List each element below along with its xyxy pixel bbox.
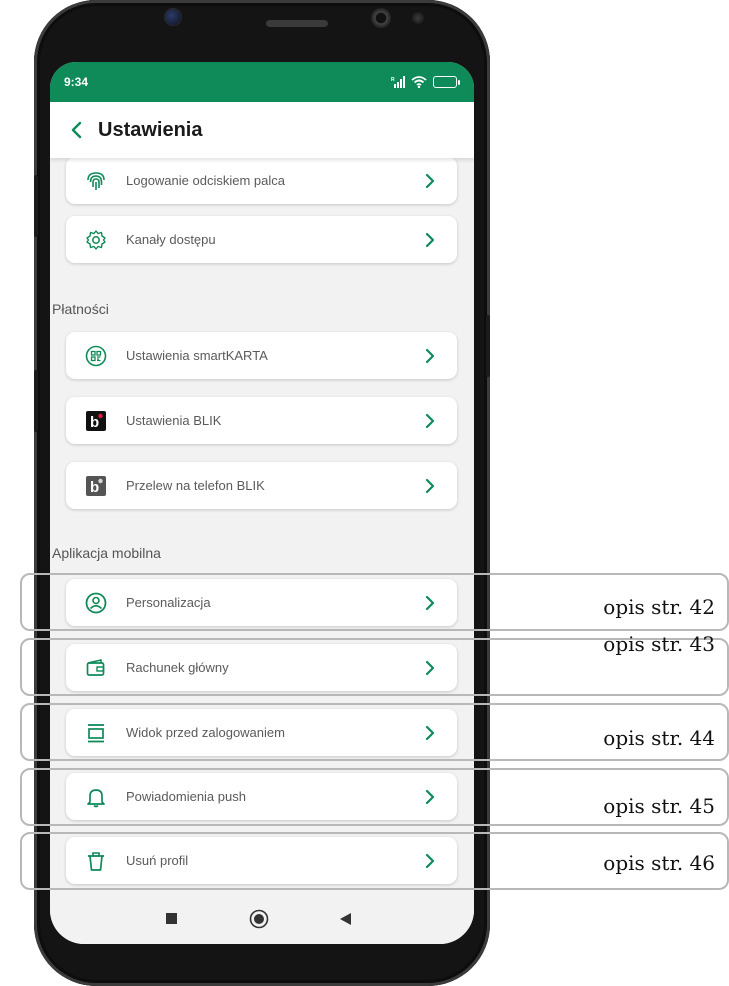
section-title-mobile-app: Aplikacja mobilna [52,545,161,561]
page-reference-pre-login-view: opis str. 44 [603,726,715,750]
page-reference-delete-profile: opis str. 46 [603,851,715,875]
section-title-payments: Płatności [52,301,109,317]
recent-apps-button[interactable] [166,913,177,924]
svg-text:b: b [90,479,99,496]
settings-item-label: Logowanie odciskiem palca [126,173,285,188]
app-header: Ustawienia [50,102,474,158]
light-sensor [412,12,424,24]
qr-card-icon [85,345,107,366]
blik-icon: b [86,410,106,431]
chevron-right-icon [425,413,435,428]
proximity-sensor [371,8,391,28]
svg-text:R: R [391,77,395,83]
chevron-right-icon [425,173,435,188]
home-circle-icon [249,909,269,929]
earpiece-speaker [266,20,328,27]
back-button[interactable] [66,118,86,142]
wifi-icon [411,76,427,88]
page-reference-push-notifications: opis str. 45 [603,794,715,818]
settings-item-label: Kanały dostępu [126,232,216,247]
settings-item-access-channels[interactable]: Kanały dostępu [66,216,457,263]
power-button [486,315,490,377]
triangle-back-icon [340,913,351,925]
status-time: 9:34 [64,75,89,89]
svg-text:b: b [90,414,99,431]
blik-phone-icon: b [86,475,106,496]
page-reference-personalization: opis str. 42 [603,595,715,619]
status-bar: 9:34 R [50,62,474,102]
page-reference-main-account: opis str. 43 [603,632,715,656]
square-icon [166,913,177,924]
home-button[interactable] [249,909,269,929]
chevron-left-icon [71,121,82,139]
chevron-right-icon [425,232,435,247]
signal-icon: R [391,76,405,88]
fingerprint-icon [87,171,105,190]
chevron-right-icon [425,478,435,493]
settings-item-blik[interactable]: b Ustawienia BLIK [66,397,457,444]
settings-item-smartkarta[interactable]: Ustawienia smartKARTA [66,332,457,379]
battery-icon [433,76,460,88]
side-button-left-1 [34,175,38,237]
settings-item-label: Ustawienia smartKARTA [126,348,268,363]
side-button-left-2 [34,370,38,432]
settings-item-label: Ustawienia BLIK [126,413,222,428]
gear-icon [86,229,106,250]
back-nav-button[interactable] [340,913,351,925]
chevron-right-icon [425,348,435,363]
system-navigation-bar [50,894,474,944]
settings-item-fingerprint[interactable]: Logowanie odciskiem palca [66,158,457,204]
settings-item-blik-phone-transfer[interactable]: b Przelew na telefon BLIK [66,462,457,509]
front-camera [164,8,182,26]
settings-item-label: Przelew na telefon BLIK [126,478,265,493]
page-title: Ustawienia [98,118,203,141]
